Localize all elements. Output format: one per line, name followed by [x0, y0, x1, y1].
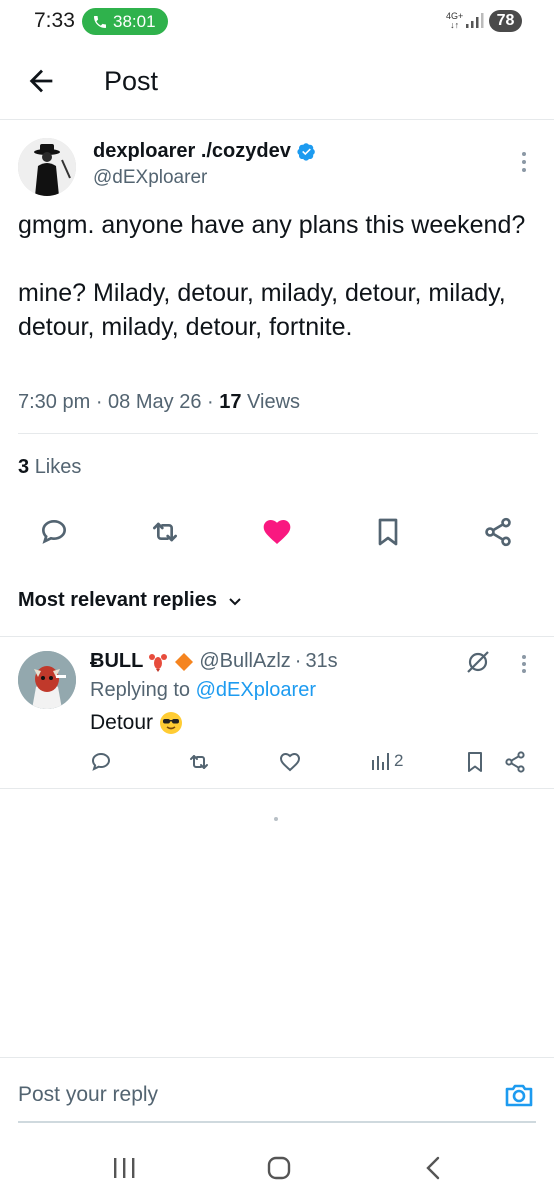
reply-icon[interactable]	[38, 516, 70, 548]
reply-views-count: 2	[394, 751, 404, 770]
reply-more-options-icon[interactable]	[514, 652, 534, 676]
reply-action-bar: 2	[0, 748, 554, 778]
likes-summary[interactable]: 3 Likes	[18, 456, 81, 479]
home-icon[interactable]	[263, 1152, 295, 1184]
grok-icon[interactable]	[464, 648, 492, 676]
reply-text: Detour	[90, 711, 183, 735]
post-action-bar	[0, 510, 554, 554]
replying-to: Replying to @dEXploarer	[90, 679, 316, 701]
replies-sort-label: Most relevant replies	[18, 589, 217, 611]
system-navigation-bar	[0, 1140, 554, 1200]
reply-reply-icon[interactable]	[89, 750, 113, 774]
divider	[0, 788, 554, 789]
orange-diamond-icon	[175, 652, 194, 671]
status-bar: 7:33 38:01 4G+ ↓↑ 78	[0, 0, 554, 44]
post-text-line: gmgm. anyone have any plans this weekend…	[18, 211, 526, 239]
likes-label: Likes	[34, 456, 82, 478]
post-text-line: mine? Milady, detour, milady, detour, mi…	[18, 279, 506, 341]
post-time: 7:30 pm	[18, 391, 91, 413]
battery-indicator: 78	[489, 10, 522, 32]
reply-repost-icon[interactable]	[187, 750, 211, 774]
back-arrow-icon[interactable]	[24, 64, 58, 98]
bookmark-icon[interactable]	[372, 516, 404, 548]
back-nav-icon[interactable]	[418, 1152, 450, 1184]
reply-like-icon[interactable]	[278, 750, 302, 774]
reply-bookmark-icon[interactable]	[463, 750, 487, 774]
ongoing-call-pill[interactable]: 38:01	[82, 8, 168, 35]
reply-timestamp: 31s	[305, 650, 338, 672]
author-handle[interactable]: @dEXploarer	[93, 167, 207, 189]
like-icon-filled[interactable]	[261, 516, 293, 548]
replies-sort-dropdown[interactable]: Most relevant replies	[18, 589, 243, 612]
more-options-icon[interactable]	[514, 148, 534, 176]
post-meta: 7:30 pm · 08 May 26 · 17 Views	[18, 391, 301, 413]
phone-icon	[94, 15, 106, 28]
divider	[18, 433, 538, 434]
call-timer: 38:01	[113, 11, 156, 31]
reply-input[interactable]: Post your reply	[18, 1083, 158, 1107]
reply-author-avatar[interactable]	[18, 651, 76, 709]
replying-to-link[interactable]: @dEXploarer	[196, 679, 316, 701]
reply-header: ɃULL @BullAzlz · 31s	[90, 650, 338, 673]
camera-icon[interactable]	[503, 1079, 535, 1111]
chevron-down-icon	[229, 597, 241, 605]
repost-icon[interactable]	[149, 516, 181, 548]
post-views-count: 17	[219, 391, 242, 413]
page-title: Post	[104, 66, 159, 96]
author-name[interactable]: dexploarer ./cozydev	[93, 140, 316, 163]
lobster-emoji-icon	[149, 653, 168, 672]
divider	[0, 636, 554, 637]
post-text: gmgm. anyone have any plans this weekend…	[18, 208, 538, 344]
reply-views-icon[interactable]	[369, 750, 393, 774]
signal-icon	[466, 13, 484, 28]
network-indicator: 4G+ ↓↑	[446, 11, 464, 30]
sunglasses-emoji-icon	[160, 712, 183, 734]
reply-author-name[interactable]: ɃULL	[90, 650, 143, 673]
recent-apps-icon[interactable]	[108, 1152, 140, 1184]
reply-input-underline	[18, 1121, 536, 1123]
post-views-label: Views	[247, 391, 301, 413]
share-icon[interactable]	[482, 516, 514, 548]
status-time: 7:33	[34, 9, 75, 32]
reply-share-icon[interactable]	[503, 750, 527, 774]
divider	[0, 1057, 554, 1058]
reply-author-handle[interactable]: @BullAzlz	[199, 650, 290, 673]
likes-count: 3	[18, 456, 30, 478]
loading-indicator	[274, 817, 278, 821]
author-avatar[interactable]	[18, 138, 76, 196]
top-app-bar: Post	[0, 44, 554, 120]
verified-badge-icon	[297, 143, 315, 161]
post-date: 08 May 26	[108, 391, 202, 413]
